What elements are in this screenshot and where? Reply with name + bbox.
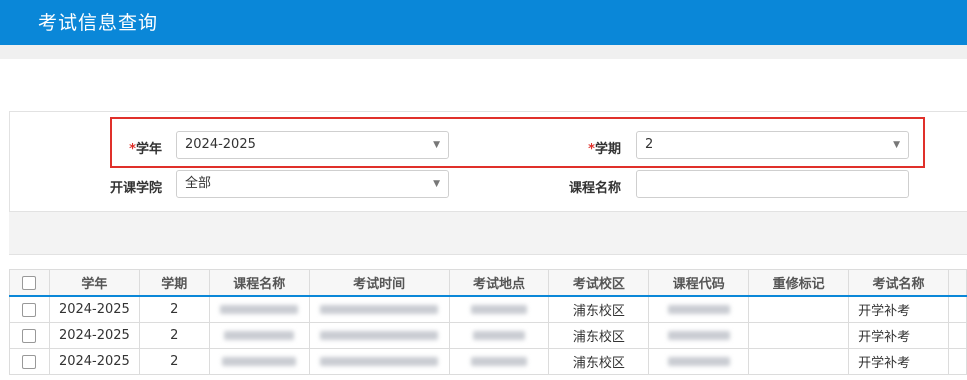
retake-flag-cell bbox=[748, 295, 850, 323]
column-header[interactable]: 重修标记 bbox=[748, 269, 850, 297]
redacted-text bbox=[224, 331, 295, 340]
exam-time-cell bbox=[308, 348, 450, 375]
exam-time-cell bbox=[308, 295, 450, 323]
table-row[interactable]: 2024-2025 2 浦东校区 开学补考 bbox=[9, 295, 967, 323]
row-checkbox[interactable] bbox=[22, 302, 37, 317]
page-title: 考试信息查询 bbox=[38, 12, 159, 34]
campus-cell: 浦东校区 bbox=[548, 322, 650, 349]
column-header-extra bbox=[947, 269, 967, 297]
row-select-cell[interactable] bbox=[9, 348, 50, 375]
college-label: 开课学院 bbox=[109, 181, 162, 196]
redacted-text bbox=[320, 331, 439, 340]
exam-name-cell: 开学补考 bbox=[848, 295, 949, 323]
campus-cell: 浦东校区 bbox=[548, 348, 650, 375]
redacted-text bbox=[471, 357, 528, 366]
redacted-text bbox=[667, 331, 730, 340]
course-code-cell bbox=[648, 295, 750, 323]
year-cell: 2024-2025 bbox=[48, 322, 140, 349]
redacted-text bbox=[222, 357, 297, 366]
exam-location-cell bbox=[448, 322, 550, 349]
year-cell: 2024-2025 bbox=[48, 348, 140, 375]
course-name-cell bbox=[208, 322, 310, 349]
exam-location-cell bbox=[448, 348, 550, 375]
chevron-down-icon: ▼ bbox=[433, 179, 440, 189]
redacted-text bbox=[320, 305, 439, 314]
redacted-text bbox=[220, 305, 299, 314]
term-cell: 2 bbox=[138, 348, 210, 375]
column-header[interactable]: 课程名称 bbox=[208, 269, 310, 297]
term-cell: 2 bbox=[138, 295, 210, 323]
header-divider bbox=[0, 45, 967, 59]
search-panel-footer bbox=[9, 211, 967, 255]
exam-table: 学年 学期 课程名称 考试时间 考试地点 考试校区 课程代码 重修标记 考试名称… bbox=[9, 269, 967, 375]
column-header[interactable]: 考试时间 bbox=[308, 269, 450, 297]
college-select[interactable]: 全部 ▼ bbox=[176, 170, 449, 198]
year-cell: 2024-2025 bbox=[48, 295, 140, 323]
retake-flag-cell bbox=[748, 322, 850, 349]
row-select-cell[interactable] bbox=[9, 322, 50, 349]
select-all-checkbox[interactable] bbox=[22, 275, 37, 290]
column-header[interactable]: 学年 bbox=[48, 269, 140, 297]
exam-name-cell: 开学补考 bbox=[848, 348, 949, 375]
redacted-text bbox=[473, 331, 526, 340]
select-all-cell[interactable] bbox=[9, 269, 50, 297]
row-checkbox[interactable] bbox=[22, 328, 37, 343]
course-code-cell bbox=[648, 348, 750, 375]
column-header[interactable]: 学期 bbox=[138, 269, 210, 297]
redacted-text bbox=[667, 357, 730, 366]
table-row[interactable]: 2024-2025 2 浦东校区 开学补考 bbox=[9, 322, 967, 349]
exam-name-cell: 开学补考 bbox=[848, 322, 949, 349]
course-name-label: 课程名称 bbox=[568, 181, 621, 196]
course-name-cell bbox=[208, 348, 310, 375]
redacted-text bbox=[667, 305, 730, 314]
redacted-text bbox=[320, 357, 439, 366]
table-row[interactable]: 2024-2025 2 浦东校区 开学补考 bbox=[9, 348, 967, 375]
table-header-row: 学年 学期 课程名称 考试时间 考试地点 考试校区 课程代码 重修标记 考试名称 bbox=[9, 269, 967, 297]
row-select-cell[interactable] bbox=[9, 295, 50, 323]
row-checkbox[interactable] bbox=[22, 354, 37, 369]
highlight-box bbox=[110, 117, 925, 168]
exam-time-cell bbox=[308, 322, 450, 349]
course-name-cell bbox=[208, 295, 310, 323]
page-header: 考试信息查询 bbox=[0, 0, 967, 45]
column-header[interactable]: 考试地点 bbox=[448, 269, 550, 297]
redacted-text bbox=[471, 305, 528, 314]
term-cell: 2 bbox=[138, 322, 210, 349]
course-name-input[interactable] bbox=[636, 170, 909, 198]
column-header[interactable]: 考试校区 bbox=[548, 269, 650, 297]
column-header[interactable]: 考试名称 bbox=[848, 269, 949, 297]
column-header[interactable]: 课程代码 bbox=[648, 269, 750, 297]
exam-location-cell bbox=[448, 295, 550, 323]
retake-flag-cell bbox=[748, 348, 850, 375]
course-code-cell bbox=[648, 322, 750, 349]
campus-cell: 浦东校区 bbox=[548, 295, 650, 323]
